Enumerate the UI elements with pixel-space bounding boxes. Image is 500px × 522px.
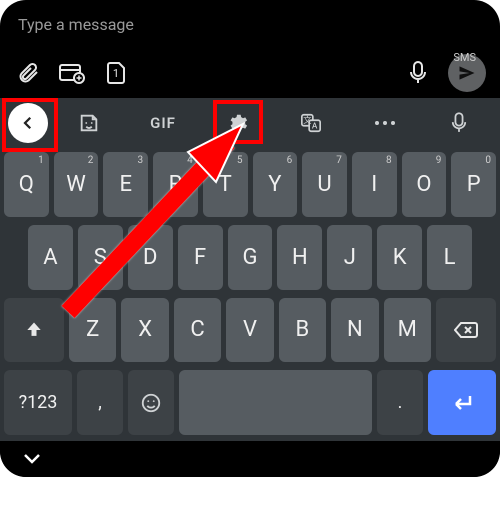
emoji-key[interactable]: [128, 370, 174, 435]
message-placeholder: Type a message: [18, 15, 134, 34]
key-o[interactable]: O9: [402, 152, 447, 217]
gif-button[interactable]: GIF: [130, 103, 196, 143]
key-row-3: ZXCVBNM: [4, 298, 496, 363]
symbols-key[interactable]: ?123: [4, 370, 72, 435]
translate-icon[interactable]: 文A: [278, 103, 344, 143]
svg-text:A: A: [312, 122, 318, 132]
key-m[interactable]: M: [384, 298, 431, 363]
key-f[interactable]: F: [178, 225, 223, 290]
enter-key[interactable]: [428, 370, 496, 435]
comma-key[interactable]: ,: [77, 370, 123, 435]
sticker-icon[interactable]: [56, 103, 122, 143]
key-row-4: ?123 , .: [4, 370, 496, 435]
svg-text:1: 1: [113, 67, 119, 80]
key-r[interactable]: R4: [153, 152, 198, 217]
more-icon[interactable]: [352, 103, 418, 143]
space-key[interactable]: [179, 370, 372, 435]
key-l[interactable]: L: [427, 225, 472, 290]
mic-icon[interactable]: [404, 59, 432, 87]
shift-key[interactable]: [4, 298, 64, 363]
svg-text:文: 文: [303, 115, 311, 126]
key-h[interactable]: H: [277, 225, 322, 290]
nav-bar: [0, 441, 500, 477]
message-input-area[interactable]: Type a message: [0, 0, 500, 48]
key-v[interactable]: V: [226, 298, 273, 363]
below-area: [0, 477, 500, 522]
key-e[interactable]: E3: [103, 152, 148, 217]
key-u[interactable]: U7: [302, 152, 347, 217]
sms-label: SMS: [453, 51, 476, 64]
key-z[interactable]: Z: [69, 298, 116, 363]
attachment-toolbar: 1: [0, 48, 500, 98]
key-c[interactable]: C: [174, 298, 221, 363]
key-i[interactable]: I8: [352, 152, 397, 217]
key-s[interactable]: S: [78, 225, 123, 290]
key-x[interactable]: X: [121, 298, 168, 363]
key-y[interactable]: Y6: [253, 152, 298, 217]
key-row-2: ASDFGHJKL: [4, 225, 496, 290]
key-k[interactable]: K: [377, 225, 422, 290]
keyboard: GIF 文A Q1W2E3R4T5Y6U7I8O9P0 ASDFGHJKL ZX…: [0, 98, 500, 441]
annotation-highlight-back: [2, 98, 58, 152]
period-key[interactable]: .: [377, 370, 423, 435]
key-p[interactable]: P0: [451, 152, 496, 217]
key-t[interactable]: T5: [203, 152, 248, 217]
key-row-1: Q1W2E3R4T5Y6U7I8O9P0: [4, 152, 496, 217]
key-n[interactable]: N: [331, 298, 378, 363]
key-rows: Q1W2E3R4T5Y6U7I8O9P0 ASDFGHJKL ZXCVBNM ?…: [0, 148, 500, 441]
key-q[interactable]: Q1: [4, 152, 49, 217]
key-j[interactable]: J: [327, 225, 372, 290]
card-add-icon[interactable]: [58, 59, 86, 87]
key-b[interactable]: B: [279, 298, 326, 363]
nav-collapse-icon[interactable]: [22, 450, 42, 469]
sim-icon[interactable]: 1: [102, 59, 130, 87]
phone-frame: Type a message 1 SMS GIF: [0, 0, 500, 477]
attach-icon[interactable]: [14, 59, 42, 87]
keyboard-mic-icon[interactable]: [426, 103, 492, 143]
key-a[interactable]: A: [28, 225, 73, 290]
backspace-key[interactable]: [436, 298, 496, 363]
key-g[interactable]: G: [228, 225, 273, 290]
key-d[interactable]: D: [128, 225, 173, 290]
key-w[interactable]: W2: [54, 152, 99, 217]
annotation-highlight-settings: [213, 100, 263, 144]
